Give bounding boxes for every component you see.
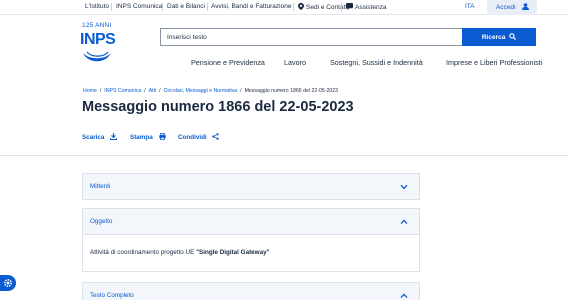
nav-item-lavoro[interactable]: Lavoro (284, 58, 306, 67)
accordion-mittenti-title: Mittenti (90, 183, 111, 190)
nav-item-pensione[interactable]: Pensione e Previdenza (191, 58, 265, 67)
print-icon (158, 132, 166, 141)
download-icon (110, 133, 118, 140)
topbar-divider (162, 3, 163, 11)
language-selector[interactable]: ITA (465, 3, 475, 10)
login-button[interactable]: Accedi (487, 0, 537, 15)
chevron-down-icon (400, 184, 408, 190)
nav-item-sostegni[interactable]: Sostegni, Sussidi e Indennità (330, 58, 423, 67)
oggetto-text-highlight: "Single Digital Gateway" (196, 249, 270, 256)
accordion-testo-title: Testo Completo (90, 292, 134, 299)
utility-bar: L'Istituto INPS Comunica Dati e Bilanci … (0, 0, 568, 15)
topbar-link-sedi-label: Sedi e Contatti (306, 4, 349, 11)
share-icon (212, 133, 220, 140)
share-button[interactable]: Condividi (178, 133, 220, 141)
chevron-up-icon (400, 219, 408, 225)
download-label: Scarica (82, 134, 105, 141)
search-input[interactable]: Inserisci testo (160, 28, 462, 46)
breadcrumb-inps-comunica[interactable]: INPS Comunica (104, 88, 141, 94)
accordion-oggetto[interactable]: Oggetto (82, 208, 420, 235)
login-label: Accedi (496, 4, 516, 11)
topbar-link-avvisi[interactable]: Avvisi, Bandi e Fatturazione (211, 3, 291, 10)
breadcrumb-atti[interactable]: Atti (149, 88, 157, 94)
topbar-divider (341, 3, 342, 11)
logo-inps-text: INPS (80, 31, 116, 48)
section-divider (0, 155, 568, 156)
accordion-oggetto-body: Attività di coordinamento progetto UE "S… (82, 235, 420, 272)
topbar-link-dati-bilanci[interactable]: Dati e Bilanci (167, 3, 205, 10)
chevron-up-icon (400, 293, 408, 299)
accessibility-settings-button[interactable] (0, 275, 16, 291)
topbar-divider (111, 3, 112, 11)
breadcrumb-home[interactable]: Home (83, 88, 97, 94)
map-pin-icon (298, 3, 304, 10)
page-title: Messaggio numero 1866 del 22-05-2023 (82, 99, 354, 115)
search-button-label: Ricerca (481, 34, 506, 41)
topbar-link-assistenza-label: Assistenza (355, 4, 387, 11)
search-icon (509, 33, 517, 41)
print-label: Stampa (130, 134, 153, 141)
oggetto-text: Attività di coordinamento progetto UE (90, 249, 197, 256)
download-button[interactable]: Scarica (82, 133, 118, 141)
search-button[interactable]: Ricerca (462, 28, 536, 46)
logo-swoosh-icon (83, 51, 111, 62)
topbar-link-assistenza[interactable]: Assistenza (346, 3, 386, 11)
topbar-link-istituto[interactable]: L'Istituto (85, 3, 109, 10)
topbar-link-inps-comunica[interactable]: INPS Comunica (116, 3, 162, 10)
gear-icon (3, 278, 13, 288)
share-label: Condividi (178, 134, 207, 141)
breadcrumb-circolari[interactable]: Circolari, Messaggi e Normativa (164, 88, 238, 94)
accordion-testo-completo[interactable]: Testo Completo (82, 282, 420, 300)
user-icon (522, 3, 529, 10)
accordion-mittenti[interactable]: Mittenti (82, 173, 420, 200)
topbar-divider (207, 3, 208, 11)
accordion-oggetto-title: Oggetto (90, 218, 113, 225)
breadcrumb: Home / INPS Comunica / Atti / Circolari, Messa… (83, 88, 339, 94)
chat-icon (346, 3, 353, 10)
print-button[interactable]: Stampa (130, 132, 166, 141)
topbar-divider (293, 3, 294, 11)
nav-item-imprese[interactable]: Imprese e Liberi Professionisti (446, 58, 542, 67)
logo-anni-text: 125 ANNI (82, 22, 112, 29)
breadcrumb-current: Messaggio numero 1866 del 22-05-2023 (244, 88, 339, 94)
